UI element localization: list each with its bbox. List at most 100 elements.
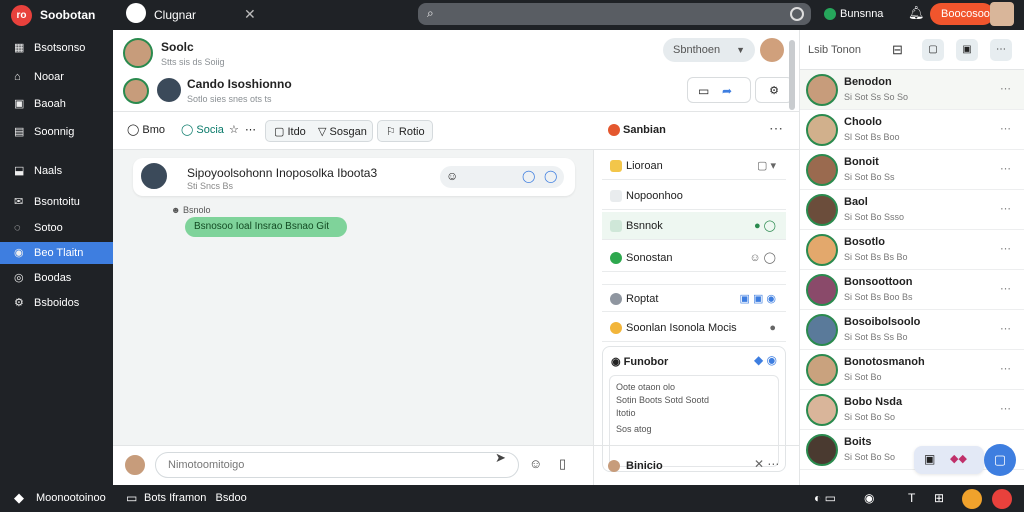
tab-title[interactable]: Clugnar [154, 8, 196, 22]
sidebar-item-7[interactable]: ◉ Beo Tlaitn [0, 242, 113, 264]
emoji-icon[interactable] [962, 489, 982, 509]
list-item[interactable]: Sonostan ☺ ◯ [602, 244, 786, 272]
record-icon[interactable] [790, 7, 804, 21]
settings-button[interactable]: ⚙︎ [755, 77, 793, 103]
contact-row[interactable]: Bonotosmanoh Si Sot Bo ⋯ [800, 350, 1024, 390]
sidebar-item-4[interactable]: ⬓ Naals [0, 160, 113, 182]
avatar[interactable] [760, 38, 784, 62]
contact-row[interactable]: Bonoit Si Sot Bo Ss ⋯ [800, 150, 1024, 190]
contact-row[interactable]: Bobo Nsda Si Sot Bo So ⋯ [800, 390, 1024, 430]
list-item[interactable]: Bsnnok ● ◯ [602, 212, 786, 240]
app-icon[interactable]: ◆ [14, 490, 24, 506]
emoji-icon[interactable]: ☺ [529, 456, 542, 471]
frame-icon[interactable]: ▣ [924, 452, 935, 466]
emoji-icon[interactable]: ☺ ◯ [749, 244, 776, 272]
sidebar-item-9[interactable]: ⚙︎ Bsboidos [0, 292, 113, 314]
tab-0[interactable]: ◯ Bmo [127, 123, 165, 136]
chat-icon[interactable]: ▭ [126, 491, 137, 505]
contact-row[interactable]: Bosoibolsoolo Si Sot Bs Ss Bo ⋯ [800, 310, 1024, 350]
more-icon[interactable]: ⋯ [1000, 122, 1011, 135]
more-icon[interactable]: ⋯ [1000, 362, 1011, 375]
record-icon[interactable]: ◉ [864, 491, 874, 505]
more-icon[interactable]: ⋯ [1000, 322, 1011, 335]
more-icon[interactable]: ⋯ [1000, 162, 1011, 175]
sidebar-item-8[interactable]: ◎ Boodas [0, 267, 113, 289]
reply-icon[interactable]: ◯ [522, 169, 535, 183]
more-icon[interactable]: ⋯ [1000, 82, 1011, 95]
contact-name: Bonotosmanoh [844, 356, 925, 368]
user-avatar[interactable] [992, 489, 1012, 509]
avatar [806, 234, 838, 266]
more-icon[interactable]: ⋯ [245, 123, 256, 136]
video-button[interactable]: ▣ [956, 39, 978, 61]
contact-row[interactable]: Choolo Sl Sot Bs Boo ⋯ [800, 110, 1024, 150]
sidebar-item-5[interactable]: ✉ Bsontoitu [0, 191, 113, 213]
contact-sub: Si Sot Bs Boo Bs [844, 292, 913, 302]
list-item[interactable]: Nopoonhoo [602, 182, 786, 210]
react-icon[interactable]: ◆◆ [950, 452, 967, 465]
contact-row[interactable]: Benodon Si Sot Ss So So ⋯ [800, 70, 1024, 110]
star-icon[interactable]: ☆ [229, 123, 239, 136]
list-item[interactable]: Lioroan ▢ ▾ [602, 152, 786, 180]
bottom-center-label: Bots Iframon Bsdoo [144, 492, 247, 504]
card-icon[interactable]: ▭ [698, 84, 709, 98]
check-icon[interactable]: ● ◯ [754, 212, 776, 240]
new-chat-button[interactable]: ▢ [922, 39, 944, 61]
contact-row[interactable]: Baol Si Sot Bo Ssso ⋯ [800, 190, 1024, 230]
app-logo[interactable]: ro [11, 5, 32, 26]
contact-sub: Si Sot Ss So So [844, 92, 909, 102]
close-icon[interactable]: ✕ [244, 6, 256, 23]
avatar[interactable] [155, 76, 183, 104]
action-icons[interactable]: ◆ ◉ [754, 353, 777, 367]
user-avatar[interactable] [990, 2, 1014, 26]
action-icons[interactable]: ▣ ▣ ◉ [740, 285, 777, 313]
avatar[interactable] [123, 78, 149, 104]
emoji-icon[interactable]: ☺ [446, 169, 458, 183]
more-icon[interactable]: ⋯ [1000, 402, 1011, 415]
message-bubble[interactable]: Sipoyoolsohonn Inoposolka Iboota3 Sti Sn… [133, 158, 575, 196]
tab-4[interactable]: ⚐ Rotio [377, 120, 433, 142]
account-pill[interactable]: Boocosoo [930, 3, 994, 25]
more-button[interactable]: ⋯ [990, 39, 1012, 61]
contact-sub: Si Sot Bs Ss Bo [844, 332, 908, 342]
grid-icon[interactable]: ⊞ [934, 491, 944, 505]
status-label[interactable]: Bunsnna [840, 8, 883, 20]
compose-button[interactable]: ▢ [984, 444, 1016, 476]
chevron-down-icon[interactable]: ▢ ▾ [757, 152, 776, 180]
avatar[interactable] [123, 38, 153, 68]
share-icon[interactable]: ➦ [722, 84, 732, 98]
more-icon[interactable]: ⋯ [1000, 282, 1011, 295]
contact-sub: Si Sot Bs Bs Bo [844, 252, 908, 262]
contact-row[interactable]: Bosotlo Si Sot Bs Bs Bo ⋯ [800, 230, 1024, 270]
sidebar-item-1[interactable]: ⌂ Nooar [0, 66, 113, 88]
message-input[interactable]: Nimotoomitoigo [155, 452, 519, 478]
more-icon[interactable]: ⋯ [769, 120, 783, 137]
sidebar-item-3[interactable]: ▤ Soonnig [0, 121, 113, 143]
more-icon[interactable]: ✕ ⋯ [754, 457, 779, 471]
filter-icon[interactable]: ⊟ [892, 42, 903, 58]
list-item[interactable]: Roptat ▣ ▣ ◉ [602, 284, 786, 312]
send-icon[interactable]: ➤ [495, 450, 506, 466]
mic-icon[interactable]: ◐ ▭ [814, 491, 836, 505]
sidebar-item-2[interactable]: ▣ Baoah [0, 93, 113, 115]
search-input[interactable]: ⌕ [418, 3, 811, 25]
react-icon[interactable]: ◯ [544, 169, 557, 183]
tab-2[interactable]: ▢ Itdo [274, 125, 306, 138]
tab-1[interactable]: ◯ Socia [181, 123, 224, 136]
contact-row[interactable]: Bonsoottoon Si Sot Bs Boo Bs ⋯ [800, 270, 1024, 310]
main-area: Soolc Stts sis ds Soiig Cando Isoshionno… [113, 30, 800, 485]
quick-actions: ▣ ◆◆ [914, 446, 984, 474]
bell-icon[interactable]: 🔔︎ [908, 5, 925, 21]
more-icon[interactable]: ⋯ [1000, 242, 1011, 255]
sidebar-item-0[interactable]: ▦ Bsotsonso [0, 37, 113, 59]
attach-icon[interactable]: ▯ [559, 456, 566, 472]
tab-3[interactable]: ▽ Sosgan [318, 125, 367, 138]
view-select[interactable]: Sbnthoen ▼ [663, 38, 755, 62]
list-item[interactable]: Soonlan Isonola Mocis ● [602, 314, 786, 342]
scrollbar[interactable] [789, 40, 795, 110]
text-icon[interactable]: T [908, 491, 915, 505]
reply-bubble[interactable]: Bsnosoo Ioal Insrao Bsnao Git [185, 217, 347, 237]
sidebar-item-6[interactable]: ◌ Sotoo [0, 217, 113, 239]
more-icon[interactable]: ⋯ [1000, 202, 1011, 215]
status-icon [610, 252, 622, 264]
